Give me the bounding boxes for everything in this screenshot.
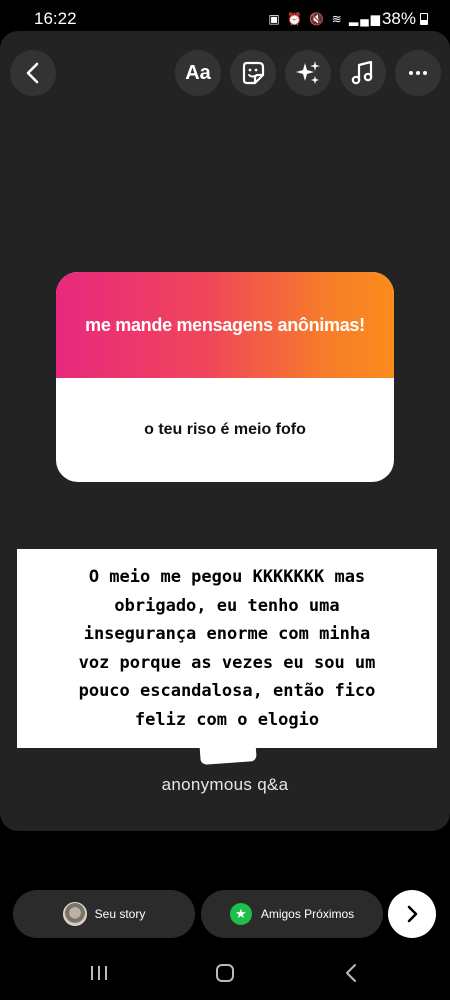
reply-text-box[interactable]: O meio me pegou KKKKKKK mas obrigado, eu… <box>17 549 437 748</box>
share-bar: Seu story ★ Amigos Próximos <box>0 880 450 946</box>
star-icon: ★ <box>229 903 252 925</box>
avatar <box>62 902 87 926</box>
sticker-caption: anonymous q&a <box>161 775 289 794</box>
reply-line: O meio me pegou KKKKKKK mas <box>88 567 366 587</box>
nav-back-icon <box>346 964 356 982</box>
more-button[interactable] <box>395 50 441 96</box>
your-story-button[interactable]: Seu story <box>13 890 195 938</box>
music-button[interactable] <box>340 50 386 96</box>
next-button[interactable] <box>388 890 436 938</box>
back-icon <box>26 62 39 84</box>
home-icon <box>216 964 234 982</box>
close-friends-button[interactable]: ★ Amigos Próximos <box>201 890 383 938</box>
recent-apps-button[interactable] <box>84 958 114 988</box>
more-icon <box>409 71 427 75</box>
text-button[interactable]: Aa <box>175 50 221 96</box>
back-button[interactable] <box>10 50 56 96</box>
status-icons: ▣ ⏰ 🔇 ≋ ▂▄▆ <box>268 12 382 26</box>
music-icon <box>351 60 373 85</box>
sticker-icon <box>242 61 265 85</box>
reply-line: feliz com o elogio <box>134 709 320 730</box>
text-icon: Aa <box>185 61 211 84</box>
qa-answer: o teu riso é meio fofo <box>144 421 306 438</box>
reply-line: voz porque as vezes eu sou um <box>78 652 376 673</box>
chevron-right-icon <box>407 905 418 923</box>
nav-back-button[interactable] <box>336 958 366 988</box>
reply-line: insegurança enorme com minha <box>83 624 371 645</box>
recent-apps-icon <box>91 966 107 980</box>
qa-prompt: me mande mensagens anônimas! <box>85 314 365 335</box>
system-nav-bar <box>0 946 450 1000</box>
reply-line: pouco escandalosa, então fico <box>78 681 376 702</box>
home-button[interactable] <box>210 958 240 988</box>
your-story-label: Seu story <box>94 907 146 921</box>
qa-sticker-header: me mande mensagens anônimas! <box>56 272 394 378</box>
effects-button[interactable] <box>285 50 331 96</box>
status-time: 16:22 <box>34 9 77 28</box>
battery-icon <box>420 13 428 25</box>
effects-icon <box>296 61 320 84</box>
sticker-button[interactable] <box>230 50 276 96</box>
close-friends-label: Amigos Próximos <box>260 907 355 921</box>
qa-sticker[interactable]: me mande mensagens anônimas! o teu riso … <box>56 272 394 482</box>
battery-percent: 38% <box>381 9 416 28</box>
reply-line: obrigado, eu tenho uma <box>114 595 340 616</box>
